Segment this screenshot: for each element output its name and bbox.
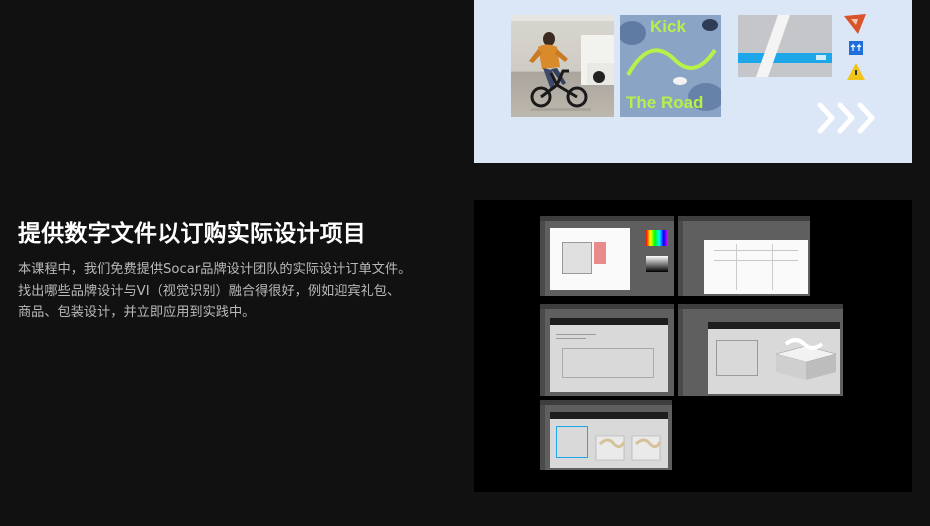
illustrator-screen-5 (540, 400, 672, 470)
description-line: 找出哪些品牌设计与VI（视觉识别）融合得很好，例如迎宾礼包、 (18, 283, 401, 299)
bike-rider-photo (511, 15, 614, 117)
chevron-arrows-icon (817, 102, 875, 134)
illustrator-screen-3 (540, 304, 674, 396)
packaging-box-photo (738, 15, 832, 77)
illustrator-screen-4 (678, 304, 843, 396)
warning-label-icon (847, 63, 865, 80)
arrow-up-label-icon (849, 41, 863, 55)
illustrator-screen-1 (540, 216, 674, 296)
product-image-panel: Kick The Road (474, 0, 912, 163)
description-line: 商品、包装设计，并立即应用到实践中。 (18, 305, 256, 320)
triangle-label-icon (844, 14, 866, 34)
design-file-collage (474, 200, 912, 492)
section-description: 本课程中，我们免费提供Socar品牌设计团队的实际设计订单文件。 找出哪些品牌设… (18, 259, 458, 324)
illustrator-screen-2 (678, 216, 810, 296)
kick-the-road-poster: Kick The Road (620, 15, 721, 117)
section-title: 提供数字文件以订购实际设计项目 (18, 221, 366, 247)
poster-headline-kick: Kick (650, 17, 686, 36)
description-line: 本课程中，我们免费提供Socar品牌设计团队的实际设计订单文件。 (18, 262, 412, 277)
poster-headline-the-road: The Road (626, 93, 704, 112)
